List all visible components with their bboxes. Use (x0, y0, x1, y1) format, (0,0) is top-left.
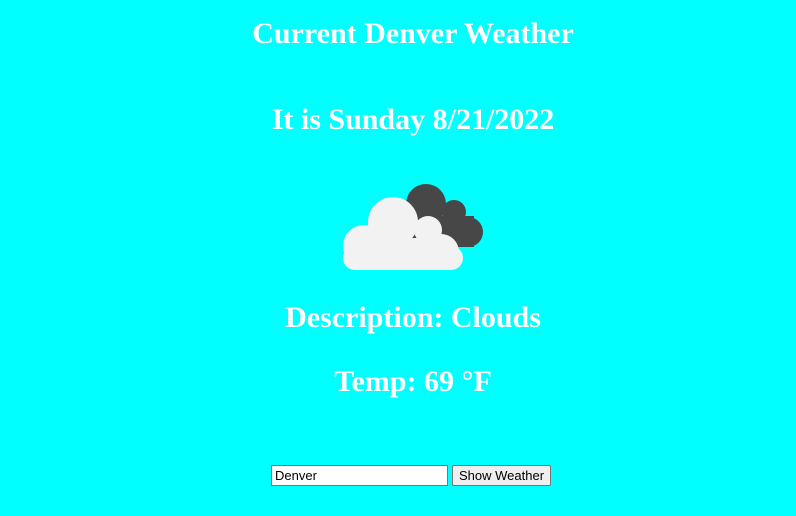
show-weather-button[interactable]: Show Weather (452, 464, 552, 486)
broken-clouds-icon (343, 184, 483, 270)
weather-description: Description: Clouds (285, 301, 541, 334)
city-input[interactable] (271, 464, 448, 486)
weather-temperature: Temp: 69 °F (334, 365, 492, 398)
page-title: Current Denver Weather (252, 17, 574, 50)
date-heading: It is Sunday 8/21/2022 (271, 103, 555, 136)
city-form: Show Weather (271, 464, 552, 486)
weather-icon-container (340, 180, 490, 275)
